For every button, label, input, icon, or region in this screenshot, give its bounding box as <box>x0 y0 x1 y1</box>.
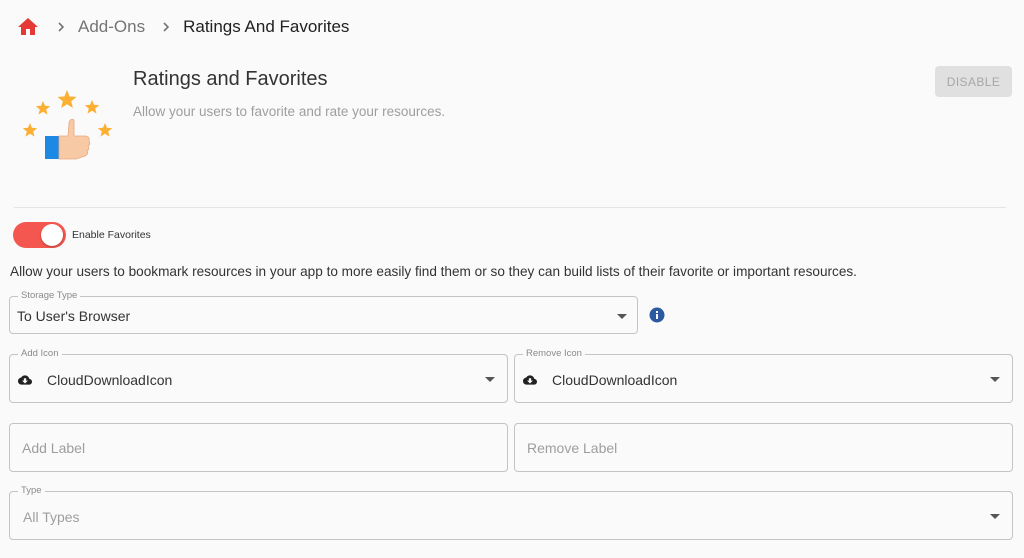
disable-button[interactable]: DISABLE <box>935 66 1012 97</box>
storage-type-value: To User's Browser <box>17 308 131 324</box>
remove-label-input[interactable]: Remove Label <box>514 423 1013 472</box>
remove-label-placeholder: Remove Label <box>527 440 618 456</box>
type-label: Type <box>18 485 45 497</box>
info-icon[interactable] <box>649 307 665 323</box>
chevron-right-icon <box>50 16 72 38</box>
chevron-right-icon <box>155 16 177 38</box>
divider <box>14 207 1006 208</box>
type-placeholder: All Types <box>23 509 80 525</box>
cloud-download-icon <box>18 375 32 385</box>
addon-description: Allow your users to favorite and rate yo… <box>133 104 446 119</box>
remove-icon-label: Remove Icon <box>523 348 585 360</box>
enable-favorites-toggle[interactable] <box>13 222 66 248</box>
type-select[interactable]: Type All Types <box>9 485 1013 540</box>
thumbs-up-stars-illustration <box>22 90 113 160</box>
add-label-placeholder: Add Label <box>22 440 86 456</box>
dropdown-arrow-icon <box>485 377 495 382</box>
breadcrumb-current: Ratings And Favorites <box>183 17 350 36</box>
add-icon-select[interactable]: Add Icon CloudDownloadIcon <box>9 348 508 403</box>
breadcrumb: Add-Ons Ratings And Favorites <box>16 14 349 40</box>
dropdown-arrow-icon <box>990 514 1000 519</box>
storage-type-label: Storage Type <box>18 290 81 302</box>
addon-title: Ratings and Favorites <box>133 68 328 90</box>
storage-type-select[interactable]: Storage Type To User's Browser <box>9 290 638 334</box>
favorites-description: Allow your users to bookmark resources i… <box>10 264 857 279</box>
enable-favorites-label: Enable Favorites <box>72 229 151 241</box>
remove-icon-value: CloudDownloadIcon <box>552 372 678 388</box>
add-icon-value: CloudDownloadIcon <box>47 372 173 388</box>
home-icon[interactable] <box>16 15 40 39</box>
remove-icon-select[interactable]: Remove Icon CloudDownloadIcon <box>514 348 1013 403</box>
add-label-input[interactable]: Add Label <box>9 423 508 472</box>
toggle-thumb <box>41 224 63 246</box>
dropdown-arrow-icon <box>990 377 1000 382</box>
breadcrumb-add-ons[interactable]: Add-Ons <box>78 17 145 37</box>
cloud-download-icon <box>523 375 537 385</box>
add-icon-label: Add Icon <box>18 348 62 360</box>
dropdown-arrow-icon <box>617 314 627 319</box>
